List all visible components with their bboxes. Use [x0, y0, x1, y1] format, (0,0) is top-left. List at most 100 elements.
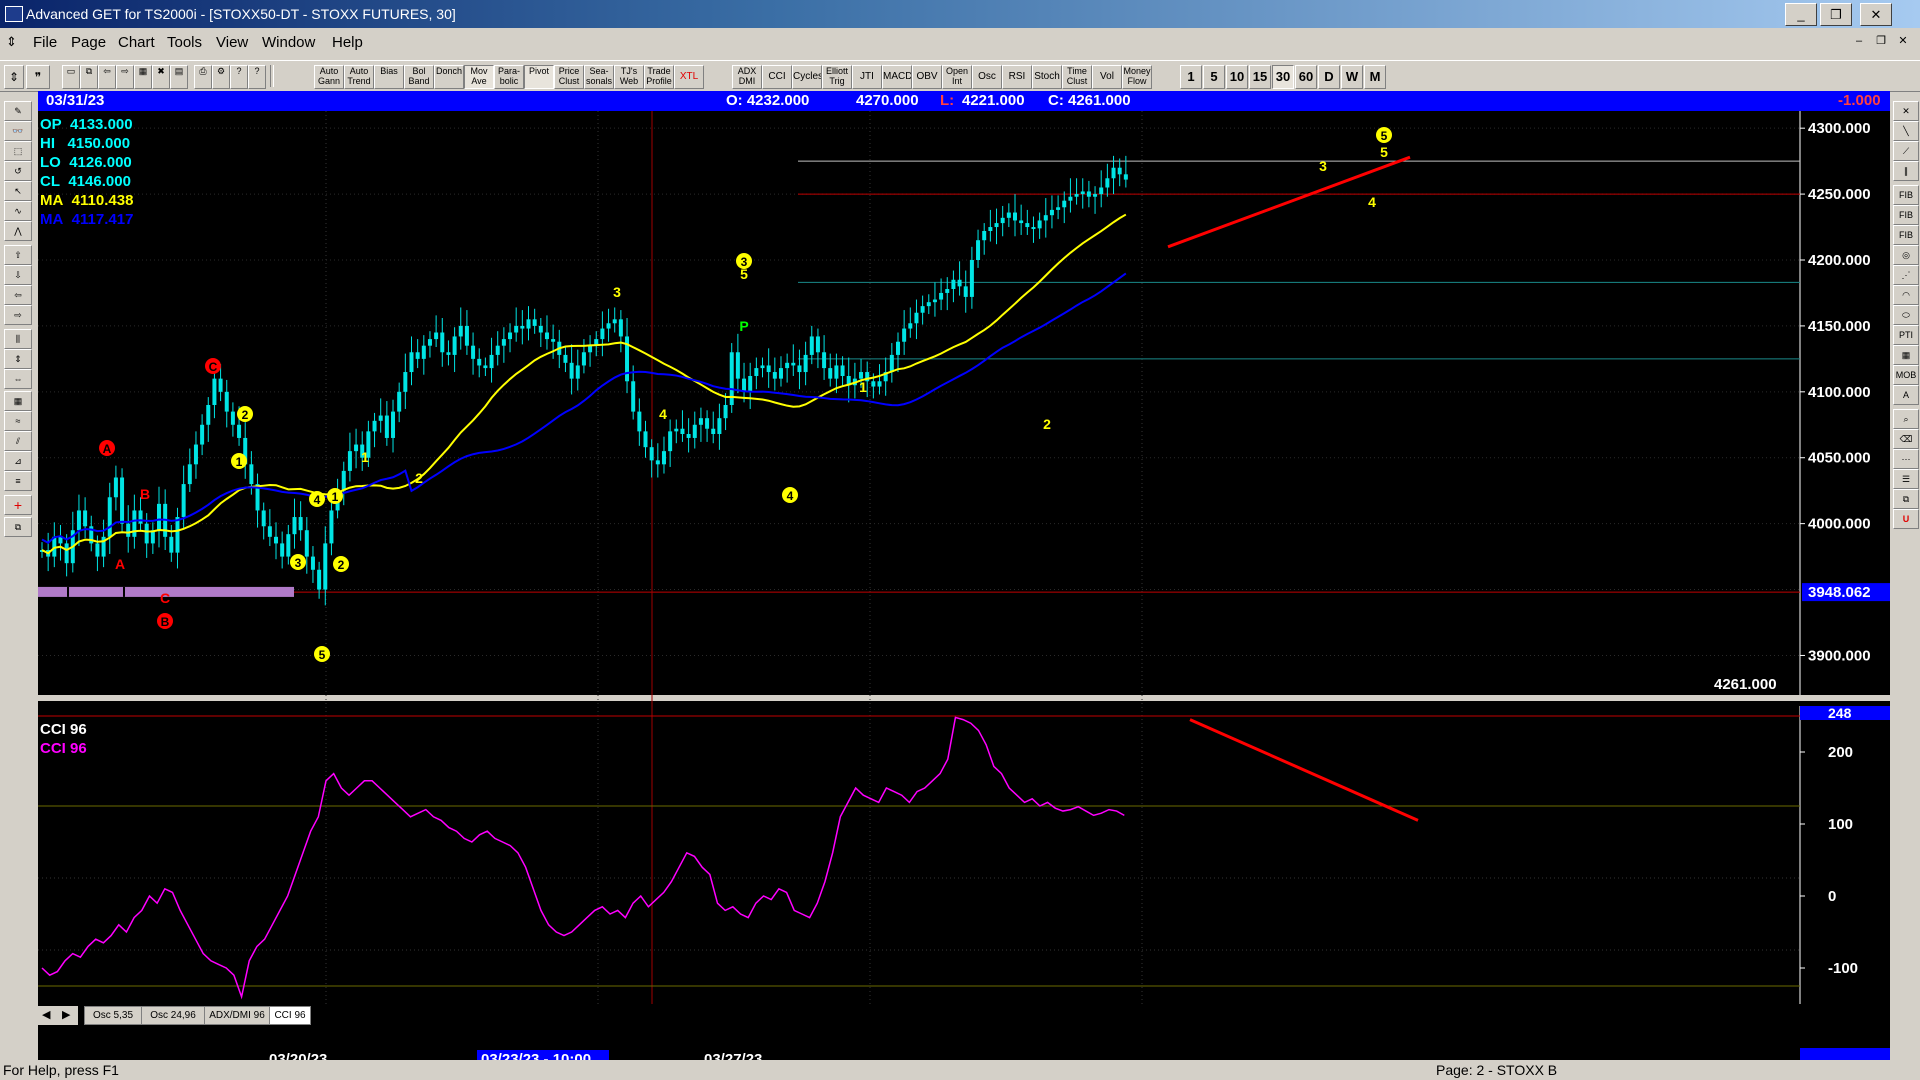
study-button[interactable]: Auto Trend: [344, 65, 374, 89]
arrow-right-icon[interactable]: ⇨: [4, 305, 32, 325]
indicator-button[interactable]: Vol: [1092, 65, 1122, 89]
interval-button-10[interactable]: 10: [1226, 65, 1248, 89]
pencil-icon[interactable]: ✎: [4, 101, 32, 121]
page-back-icon[interactable]: ⇦: [98, 65, 116, 89]
grid-icon[interactable]: ▦: [134, 65, 152, 89]
indicator-button[interactable]: ADX DMI: [732, 65, 762, 89]
pattern-icon[interactable]: ⋯: [1893, 449, 1919, 469]
grid-tool-icon[interactable]: ▦: [1893, 345, 1919, 365]
undo-icon[interactable]: U: [1893, 509, 1919, 529]
tab-cci-96[interactable]: CCI 96: [269, 1006, 311, 1025]
indicator-button[interactable]: MACD: [882, 65, 912, 89]
interval-button-1[interactable]: 1: [1180, 65, 1202, 89]
arrow-up-icon[interactable]: ⇧: [4, 245, 32, 265]
menu-view[interactable]: View: [216, 34, 248, 51]
study-button[interactable]: TJ's Web: [614, 65, 644, 89]
minimize-button[interactable]: _: [1785, 3, 1817, 26]
study-button[interactable]: Sea-sonals: [584, 65, 614, 89]
study-button[interactable]: Auto Gann: [314, 65, 344, 89]
binoculars-icon[interactable]: 👓: [4, 121, 32, 141]
tab-adx-dmi-96[interactable]: ADX/DMI 96: [204, 1006, 270, 1025]
indicator-button[interactable]: CCI: [762, 65, 792, 89]
chart-canvas[interactable]: 4300.000 4250.000 4200.000 4150.000 4100.000…: [38, 111, 1890, 1060]
restore-button[interactable]: ❐: [1820, 3, 1852, 26]
close-x-icon[interactable]: ✕: [1893, 101, 1919, 121]
scale-icon[interactable]: ⇕: [4, 349, 32, 369]
eraser-icon[interactable]: ⌫: [1893, 429, 1919, 449]
arc-tool-icon[interactable]: ◠: [1893, 285, 1919, 305]
pin-icon[interactable]: ?: [230, 65, 248, 89]
mdi-minimize-icon[interactable]: –: [1850, 33, 1868, 49]
ellipse-tool-icon[interactable]: ⬭: [1893, 305, 1919, 325]
tab-scroll-right-icon[interactable]: ▶: [62, 1008, 70, 1021]
zoom-box-icon[interactable]: ⬚: [4, 141, 32, 161]
study-button[interactable]: Trade Profile: [644, 65, 674, 89]
mdi-restore-icon[interactable]: ❐: [1872, 33, 1890, 49]
study-button[interactable]: Price Clust: [554, 65, 584, 89]
indicator-button[interactable]: Time Clust: [1062, 65, 1092, 89]
elliott-icon[interactable]: ⋀: [4, 221, 32, 241]
copy-icon[interactable]: ⧉: [80, 65, 98, 89]
study-icon[interactable]: ∿: [4, 201, 32, 221]
menu-page[interactable]: Page: [71, 34, 106, 51]
interval-button-W[interactable]: W: [1341, 65, 1363, 89]
tab-osc-24-96[interactable]: Osc 24,96: [141, 1006, 205, 1025]
gann-icon[interactable]: ⊿: [4, 451, 32, 471]
quote-icon[interactable]: ❞: [26, 65, 50, 89]
layout-icon[interactable]: ▤: [170, 65, 188, 89]
arrow-left-icon[interactable]: ⇦: [4, 285, 32, 305]
indicator-button[interactable]: JTI: [852, 65, 882, 89]
split-icon[interactable]: ⇕: [4, 65, 24, 89]
tab-scroll-left-icon[interactable]: ◀: [42, 1008, 50, 1021]
indicator-button[interactable]: Osc: [972, 65, 1002, 89]
table-icon[interactable]: ▦: [4, 391, 32, 411]
print-icon[interactable]: ⎙: [194, 65, 212, 89]
study-button[interactable]: Bol Band: [404, 65, 434, 89]
fib-ext-icon[interactable]: FIB: [1893, 205, 1919, 225]
fib-icon[interactable]: ≡: [4, 471, 32, 491]
interval-button-30[interactable]: 30: [1272, 65, 1294, 89]
interval-button-M[interactable]: M: [1364, 65, 1386, 89]
tab-osc-5-35[interactable]: Osc 5,35: [84, 1006, 142, 1025]
menu-help[interactable]: Help: [332, 34, 363, 51]
fan-tool-icon[interactable]: ⋰: [1893, 265, 1919, 285]
mdi-close-icon[interactable]: ✕: [1894, 33, 1912, 49]
menu-file[interactable]: File: [33, 34, 57, 51]
crosshair-icon[interactable]: +: [4, 495, 32, 515]
channel-tool-icon[interactable]: ∥: [1893, 161, 1919, 181]
doc-icon[interactable]: ⇕: [6, 34, 17, 50]
window-icon[interactable]: ⧉: [4, 517, 32, 537]
page-forward-icon[interactable]: ⇨: [116, 65, 134, 89]
text-tool-icon[interactable]: A: [1893, 385, 1919, 405]
new-page-icon[interactable]: ▭: [62, 65, 80, 89]
study-button[interactable]: Para-bolic: [494, 65, 524, 89]
indicator-button[interactable]: OBV: [912, 65, 942, 89]
chart-area[interactable]: 4300.000 4250.000 4200.000 4150.000 4100.000…: [38, 111, 1890, 1060]
menu-chart[interactable]: Chart: [118, 34, 155, 51]
wave-icon[interactable]: ≈: [4, 411, 32, 431]
help-pointer-icon[interactable]: ?: [248, 65, 266, 89]
study-button[interactable]: Pivot: [524, 65, 554, 89]
delete-icon[interactable]: ✖: [152, 65, 170, 89]
menu-tools[interactable]: Tools: [167, 34, 202, 51]
indicator-button[interactable]: Open Int: [942, 65, 972, 89]
line-tool-icon[interactable]: ╲: [1893, 121, 1919, 141]
interval-button-60[interactable]: 60: [1295, 65, 1317, 89]
lines-icon[interactable]: ⫽: [4, 431, 32, 451]
indicator-button[interactable]: Cycles: [792, 65, 822, 89]
interval-button-D[interactable]: D: [1318, 65, 1340, 89]
pti-icon[interactable]: PTI: [1893, 325, 1919, 345]
mob-icon[interactable]: MOB: [1893, 365, 1919, 385]
indicator-button[interactable]: Stoch: [1032, 65, 1062, 89]
multi-tool-icon[interactable]: ⧉: [1893, 489, 1919, 509]
menu-window[interactable]: Window: [262, 34, 315, 51]
reset-icon[interactable]: ↺: [4, 161, 32, 181]
indicator-button[interactable]: Money Flow: [1122, 65, 1152, 89]
settings-icon[interactable]: ⚙: [212, 65, 230, 89]
close-button[interactable]: ✕: [1860, 3, 1892, 26]
interval-button-5[interactable]: 5: [1203, 65, 1225, 89]
indicator-button[interactable]: Elliott Trig: [822, 65, 852, 89]
circle-tool-icon[interactable]: ◎: [1893, 245, 1919, 265]
study-button[interactable]: XTL: [674, 65, 704, 89]
study-button[interactable]: Bias: [374, 65, 404, 89]
